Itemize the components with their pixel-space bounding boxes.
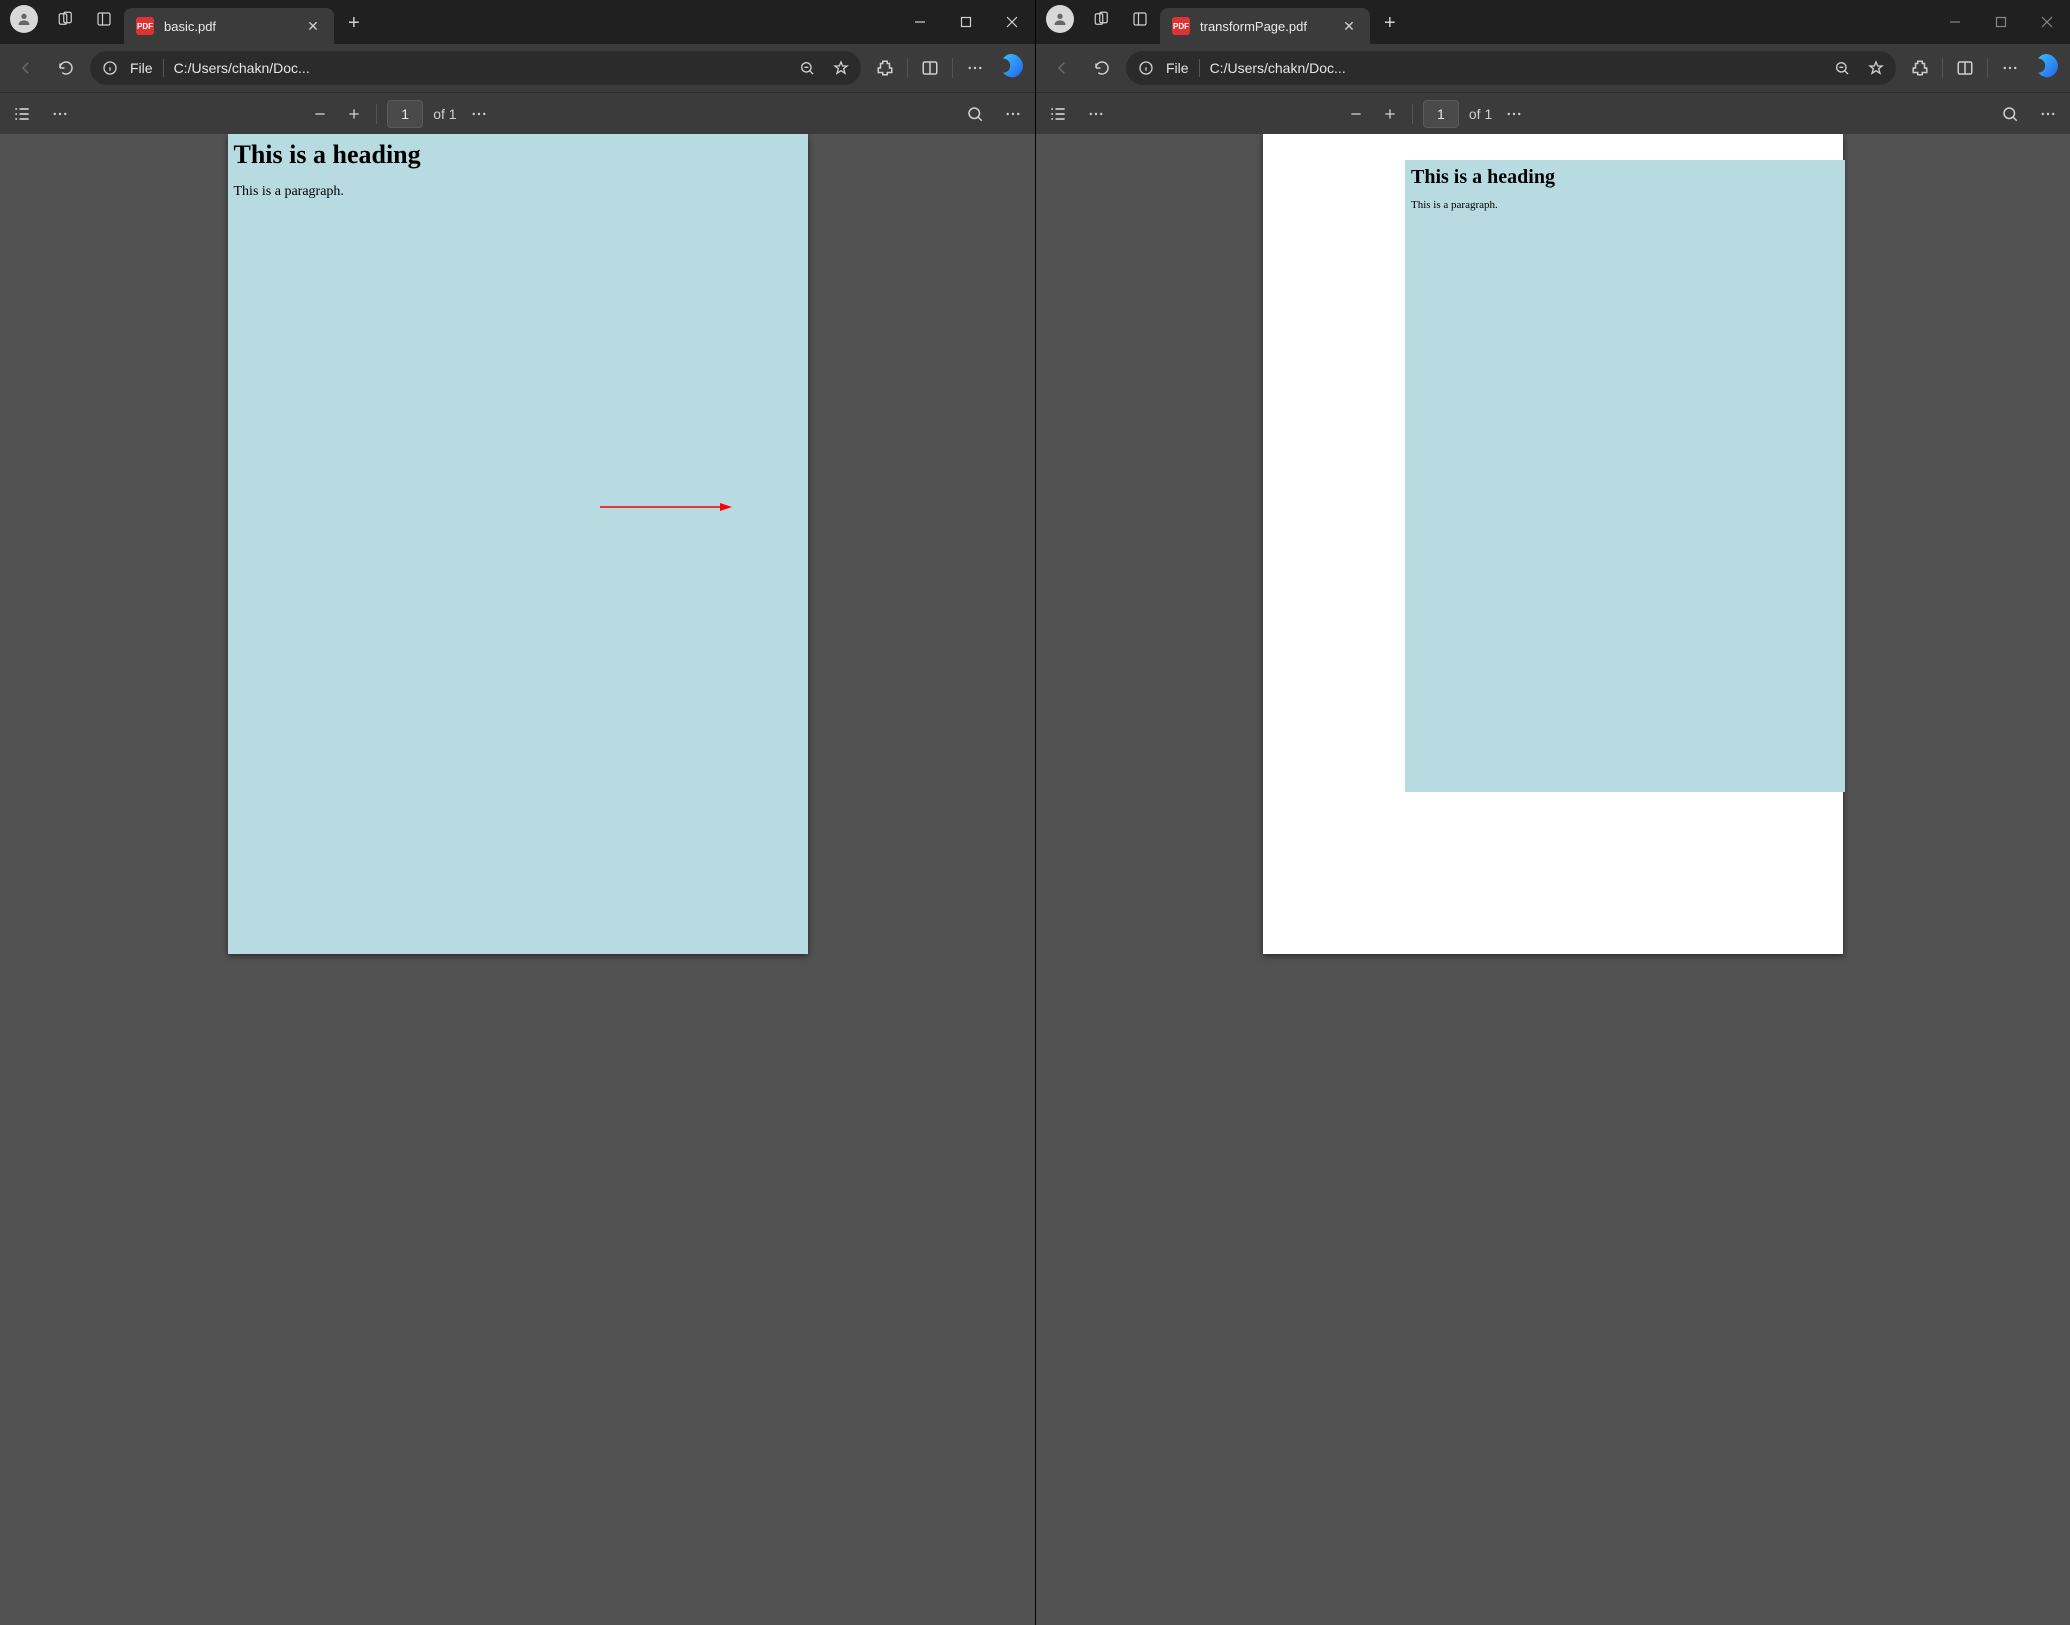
- url-path: C:/Users/chakn/Doc...: [1210, 60, 1822, 76]
- divider: [376, 104, 377, 124]
- toolbar-right: [1904, 52, 2060, 84]
- url-field[interactable]: File C:/Users/chakn/Doc...: [1126, 51, 1896, 85]
- url-scheme: File: [1166, 60, 1189, 76]
- browser-tab[interactable]: PDF transformPage.pdf ✕: [1160, 8, 1370, 44]
- divider: [1987, 58, 1988, 78]
- browser-window-right: PDF transformPage.pdf ✕ + File C:/Users/…: [1035, 0, 2070, 1625]
- pdf-icon: PDF: [136, 17, 154, 35]
- zoom-in-button[interactable]: [342, 102, 366, 126]
- divider: [1412, 104, 1413, 124]
- document-heading: This is a heading: [1411, 166, 1839, 189]
- profile-avatar[interactable]: [10, 5, 38, 33]
- url-path: C:/Users/chakn/Doc...: [174, 60, 787, 76]
- workspaces-icon[interactable]: [56, 9, 76, 29]
- url-divider: [1199, 59, 1200, 77]
- page-number-input[interactable]: [1423, 100, 1459, 128]
- titlebar: PDF transformPage.pdf ✕ +: [1036, 0, 2070, 44]
- window-controls: [897, 0, 1035, 44]
- pdf-page: This is a heading This is a paragraph.: [1263, 134, 1843, 954]
- copilot-icon[interactable]: [2028, 52, 2060, 84]
- document-paragraph: This is a paragraph.: [234, 184, 802, 200]
- address-bar: File C:/Users/chakn/Doc...: [1036, 44, 2070, 92]
- pdf-more-icon[interactable]: [1001, 102, 1025, 126]
- refresh-button[interactable]: [1086, 52, 1118, 84]
- browser-window-left: PDF basic.pdf ✕ + File C:/Users/chakn/Do…: [0, 0, 1035, 1625]
- extensions-icon[interactable]: [869, 52, 901, 84]
- split-screen-icon[interactable]: [1949, 52, 1981, 84]
- page-number-input[interactable]: [387, 100, 423, 128]
- url-scheme: File: [130, 60, 153, 76]
- pdf-icon: PDF: [1172, 17, 1190, 35]
- workspaces-icon[interactable]: [1092, 9, 1112, 29]
- zoom-in-button[interactable]: [1378, 102, 1402, 126]
- maximize-button[interactable]: [1978, 0, 2024, 44]
- find-icon[interactable]: [1998, 102, 2022, 126]
- zoom-reset-icon[interactable]: [1828, 60, 1856, 76]
- pdf-page: This is a heading This is a paragraph.: [228, 134, 808, 954]
- url-divider: [163, 59, 164, 77]
- refresh-button[interactable]: [50, 52, 82, 84]
- divider: [907, 58, 908, 78]
- contents-icon[interactable]: [1046, 102, 1070, 126]
- page-total: of 1: [1469, 106, 1492, 122]
- back-button[interactable]: [10, 52, 42, 84]
- site-info-icon[interactable]: [96, 60, 124, 76]
- pdf-toolbar: of 1: [1036, 92, 2070, 134]
- tab-title: transformPage.pdf: [1200, 19, 1330, 34]
- zoom-out-button[interactable]: [1344, 102, 1368, 126]
- site-info-icon[interactable]: [1132, 60, 1160, 76]
- copilot-icon[interactable]: [993, 52, 1025, 84]
- extensions-icon[interactable]: [1904, 52, 1936, 84]
- split-screen-icon[interactable]: [914, 52, 946, 84]
- address-bar: File C:/Users/chakn/Doc...: [0, 44, 1035, 92]
- pdf-viewport[interactable]: This is a heading This is a paragraph.: [1036, 134, 2070, 1625]
- toolbar-more-icon[interactable]: [48, 102, 72, 126]
- new-tab-button[interactable]: +: [1370, 8, 1410, 44]
- zoom-reset-icon[interactable]: [793, 60, 821, 76]
- minimize-button[interactable]: [1932, 0, 1978, 44]
- pdf-toolbar: of 1: [0, 92, 1035, 134]
- url-field[interactable]: File C:/Users/chakn/Doc...: [90, 51, 861, 85]
- titlebar: PDF basic.pdf ✕ +: [0, 0, 1035, 44]
- minimize-button[interactable]: [897, 0, 943, 44]
- pdf-viewport[interactable]: This is a heading This is a paragraph.: [0, 134, 1035, 1625]
- window-controls: [1932, 0, 2070, 44]
- favorite-icon[interactable]: [827, 60, 855, 76]
- page-total: of 1: [433, 106, 456, 122]
- page-view-more-icon[interactable]: [1502, 102, 1526, 126]
- tab-actions-icon[interactable]: [94, 9, 114, 29]
- page-view-more-icon[interactable]: [467, 102, 491, 126]
- titlebar-left: [0, 0, 124, 44]
- maximize-button[interactable]: [943, 0, 989, 44]
- zoom-out-button[interactable]: [308, 102, 332, 126]
- settings-more-icon[interactable]: [1994, 52, 2026, 84]
- titlebar-left: [1036, 0, 1160, 44]
- new-tab-button[interactable]: +: [334, 8, 374, 44]
- document-paragraph: This is a paragraph.: [1411, 199, 1839, 211]
- find-icon[interactable]: [963, 102, 987, 126]
- profile-avatar[interactable]: [1046, 5, 1074, 33]
- back-button[interactable]: [1046, 52, 1078, 84]
- tab-actions-icon[interactable]: [1130, 9, 1150, 29]
- contents-icon[interactable]: [10, 102, 34, 126]
- document-heading: This is a heading: [234, 140, 802, 170]
- pdf-more-icon[interactable]: [2036, 102, 2060, 126]
- divider: [952, 58, 953, 78]
- page-content-box: This is a heading This is a paragraph.: [228, 134, 808, 954]
- page-content-box: This is a heading This is a paragraph.: [1405, 160, 1845, 792]
- toolbar-right: [869, 52, 1025, 84]
- settings-more-icon[interactable]: [959, 52, 991, 84]
- toolbar-more-icon[interactable]: [1084, 102, 1108, 126]
- browser-tab[interactable]: PDF basic.pdf ✕: [124, 8, 334, 44]
- tab-close-button[interactable]: ✕: [304, 18, 322, 35]
- close-button[interactable]: [2024, 0, 2070, 44]
- tab-title: basic.pdf: [164, 19, 294, 34]
- close-button[interactable]: [989, 0, 1035, 44]
- divider: [1942, 58, 1943, 78]
- favorite-icon[interactable]: [1862, 60, 1890, 76]
- tab-close-button[interactable]: ✕: [1340, 18, 1358, 35]
